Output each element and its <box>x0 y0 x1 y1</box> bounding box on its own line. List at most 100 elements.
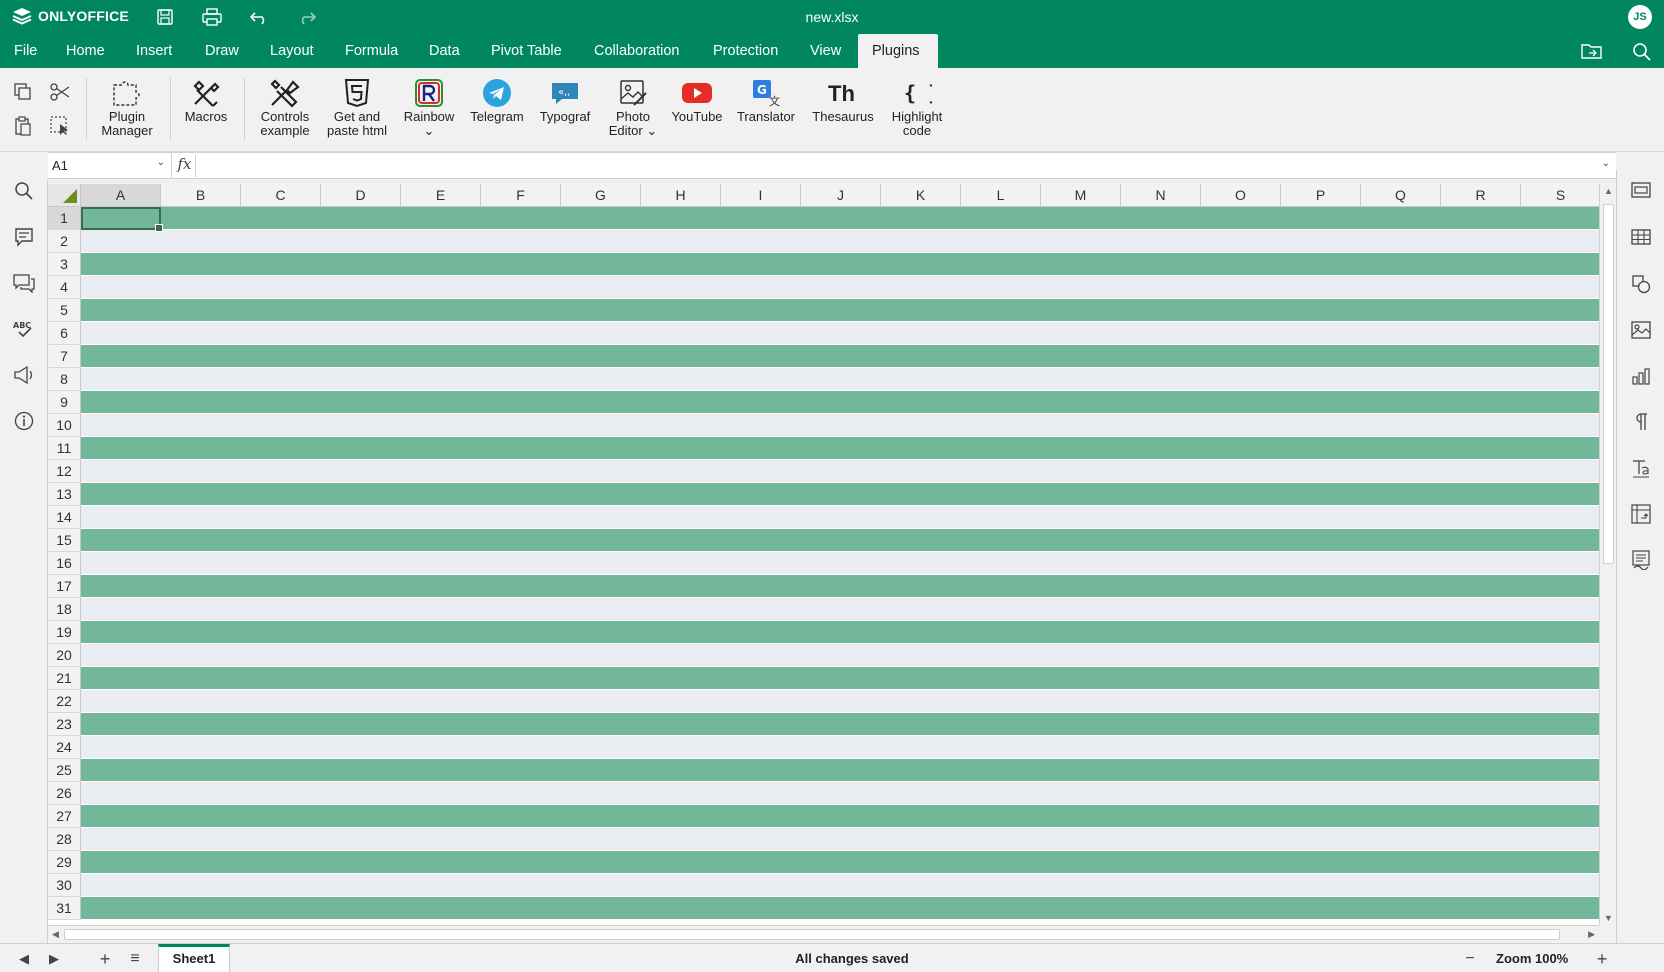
feedback-icon[interactable] <box>12 363 36 387</box>
row-cells[interactable] <box>81 782 1599 805</box>
horizontal-scrollbar[interactable]: ◀ ▶ <box>48 925 1599 943</box>
row-header[interactable]: 7 <box>48 345 81 368</box>
column-header-b[interactable]: B <box>161 184 241 207</box>
horizontal-scroll-thumb[interactable] <box>64 929 1560 940</box>
row-cells[interactable] <box>81 322 1599 345</box>
tab-plugins[interactable]: Plugins <box>858 34 938 68</box>
row-header[interactable]: 2 <box>48 230 81 253</box>
row-cells[interactable] <box>81 299 1599 322</box>
column-header-a[interactable]: A <box>81 184 161 207</box>
row-header[interactable]: 8 <box>48 368 81 391</box>
cut-icon[interactable] <box>48 80 72 104</box>
row-cells[interactable] <box>81 805 1599 828</box>
row-cells[interactable] <box>81 529 1599 552</box>
column-header-s[interactable]: S <box>1521 184 1599 207</box>
row-header[interactable]: 13 <box>48 483 81 506</box>
tab-protection[interactable]: Protection <box>699 34 792 68</box>
row-cells[interactable] <box>81 552 1599 575</box>
row-cells[interactable] <box>81 713 1599 736</box>
row-header[interactable]: 10 <box>48 414 81 437</box>
row-cells[interactable] <box>81 644 1599 667</box>
insert-function-button[interactable]: fx <box>174 155 196 177</box>
row-header[interactable]: 18 <box>48 598 81 621</box>
column-header-q[interactable]: Q <box>1361 184 1441 207</box>
tab-file[interactable]: File <box>0 34 51 68</box>
paste-icon[interactable] <box>11 114 35 138</box>
spellcheck-icon[interactable]: ABC <box>12 317 36 341</box>
chevron-down-icon[interactable]: ⌄ <box>157 157 165 168</box>
column-header-p[interactable]: P <box>1281 184 1361 207</box>
column-header-c[interactable]: C <box>241 184 321 207</box>
row-cells[interactable] <box>81 437 1599 460</box>
row-cells[interactable] <box>81 736 1599 759</box>
row-header[interactable]: 6 <box>48 322 81 345</box>
row-cells[interactable] <box>81 667 1599 690</box>
open-file-location-icon[interactable] <box>1581 42 1603 62</box>
vertical-scrollbar[interactable]: ▲ ▼ <box>1599 184 1616 925</box>
row-cells[interactable] <box>81 897 1599 920</box>
column-header-i[interactable]: I <box>721 184 801 207</box>
row-header[interactable]: 21 <box>48 667 81 690</box>
search-icon[interactable] <box>12 179 36 203</box>
row-header[interactable]: 9 <box>48 391 81 414</box>
row-cells[interactable] <box>81 276 1599 299</box>
chat-icon[interactable] <box>12 271 36 295</box>
controls-example-button[interactable]: Controls example <box>252 76 318 138</box>
tab-layout[interactable]: Layout <box>256 34 328 68</box>
row-header[interactable]: 27 <box>48 805 81 828</box>
row-header[interactable]: 12 <box>48 460 81 483</box>
row-header[interactable]: 1 <box>48 207 81 230</box>
column-header-g[interactable]: G <box>561 184 641 207</box>
highlight-code-button[interactable]: { } Highlight code <box>882 76 952 138</box>
row-header[interactable]: 5 <box>48 299 81 322</box>
row-cells[interactable] <box>81 230 1599 253</box>
get-and-paste-html-button[interactable]: Get and paste html <box>322 76 392 138</box>
zoom-in-icon[interactable]: + <box>1593 949 1611 969</box>
column-header-o[interactable]: O <box>1201 184 1281 207</box>
column-header-j[interactable]: J <box>801 184 881 207</box>
row-header[interactable]: 25 <box>48 759 81 782</box>
telegram-button[interactable]: Telegram <box>466 76 528 124</box>
paragraph-settings-icon[interactable] <box>1629 410 1653 434</box>
row-cells[interactable] <box>81 391 1599 414</box>
zoom-out-icon[interactable]: − <box>1461 950 1479 968</box>
row-header[interactable]: 19 <box>48 621 81 644</box>
row-header[interactable]: 20 <box>48 644 81 667</box>
row-cells[interactable] <box>81 690 1599 713</box>
rainbow-button[interactable]: Rainbow ⌄ <box>398 76 460 138</box>
plugin-manager-button[interactable]: Plugin Manager <box>94 76 160 138</box>
column-header-h[interactable]: H <box>641 184 721 207</box>
row-cells[interactable] <box>81 759 1599 782</box>
signature-icon[interactable] <box>1629 548 1653 572</box>
row-cells[interactable] <box>81 828 1599 851</box>
row-cells[interactable] <box>81 621 1599 644</box>
column-header-n[interactable]: N <box>1121 184 1201 207</box>
tab-home[interactable]: Home <box>52 34 119 68</box>
row-header[interactable]: 30 <box>48 874 81 897</box>
scroll-right-icon[interactable]: ▶ <box>1588 929 1595 940</box>
row-cells[interactable] <box>81 414 1599 437</box>
row-cells[interactable] <box>81 506 1599 529</box>
text-art-icon[interactable] <box>1629 456 1653 480</box>
table-settings-icon[interactable] <box>1629 225 1653 249</box>
column-header-r[interactable]: R <box>1441 184 1521 207</box>
scroll-down-icon[interactable]: ▼ <box>1604 913 1613 923</box>
copy-icon[interactable] <box>11 80 35 104</box>
vertical-scroll-thumb[interactable] <box>1603 204 1614 564</box>
user-avatar[interactable]: JS <box>1628 5 1652 29</box>
column-header-f[interactable]: F <box>481 184 561 207</box>
row-header[interactable]: 23 <box>48 713 81 736</box>
column-header-d[interactable]: D <box>321 184 401 207</box>
pivot-settings-icon[interactable] <box>1629 502 1653 526</box>
column-header-k[interactable]: K <box>881 184 961 207</box>
scroll-left-icon[interactable]: ◀ <box>52 929 59 940</box>
row-cells[interactable] <box>81 345 1599 368</box>
tab-insert[interactable]: Insert <box>122 34 186 68</box>
row-header[interactable]: 22 <box>48 690 81 713</box>
tab-draw[interactable]: Draw <box>191 34 253 68</box>
row-cells[interactable] <box>81 207 1599 230</box>
row-header[interactable]: 29 <box>48 851 81 874</box>
tab-view[interactable]: View <box>796 34 855 68</box>
tab-collaboration[interactable]: Collaboration <box>580 34 693 68</box>
row-header[interactable]: 3 <box>48 253 81 276</box>
